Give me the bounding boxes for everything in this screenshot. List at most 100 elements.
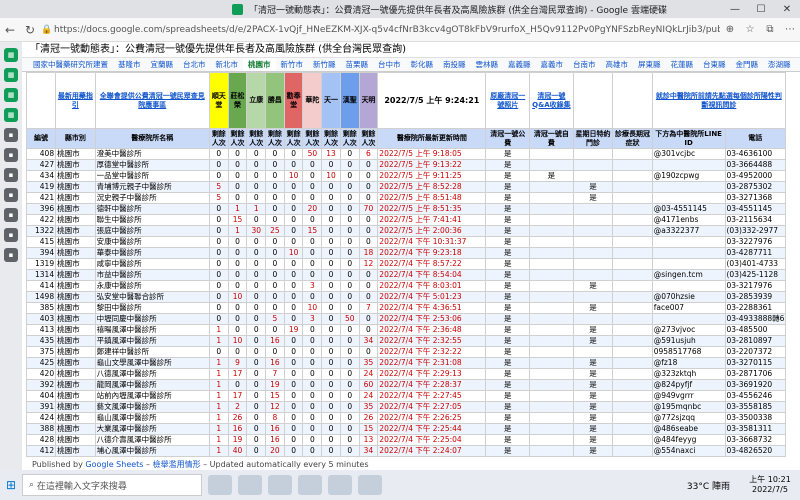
table-cell[interactable]: @484feyyg	[651, 434, 726, 446]
sheet-tab[interactable]: 南投縣	[438, 58, 471, 71]
table-cell[interactable]: @03-4551145	[651, 203, 726, 215]
table-cell: 0	[302, 192, 323, 204]
all-list-link[interactable]: 全聯會提供公費清冠一號民眾查見院應事區	[94, 72, 210, 129]
table-cell[interactable]: @4171enbs	[651, 214, 726, 226]
sheet-tab-icon[interactable]: ▦	[4, 68, 18, 82]
more-icon[interactable]: ⋯	[780, 24, 800, 35]
column-header: 剩餘人次	[339, 128, 360, 149]
chrome-icon[interactable]	[298, 475, 322, 495]
sheet-tab[interactable]: 宜蘭縣	[146, 58, 179, 71]
table-cell[interactable]: @190zcpwg	[651, 170, 726, 182]
app-tab-icon[interactable]: ▪	[4, 148, 18, 162]
table-cell[interactable]: @554naxci	[651, 445, 726, 457]
sheet-tab[interactable]: 嘉義市	[536, 58, 569, 71]
sheet-tab[interactable]: 苗栗縣	[341, 58, 374, 71]
table-cell: 1	[208, 401, 229, 413]
table-cell: 0	[227, 280, 248, 292]
table-cell[interactable]: @949vgrrr	[651, 390, 726, 402]
sheet-tab[interactable]: 屏東縣	[633, 58, 666, 71]
table-cell: 0	[208, 236, 229, 248]
file-explorer-icon[interactable]	[238, 475, 262, 495]
sheet-tab[interactable]: 高雄市	[601, 58, 634, 71]
table-cell[interactable]	[651, 247, 726, 259]
close-icon[interactable]: ✕	[774, 4, 800, 15]
maximize-icon[interactable]: ☐	[748, 4, 774, 15]
sheet-tab[interactable]: 金門縣	[731, 58, 764, 71]
taskbar-search-input[interactable]: ⌕ 在這裡輸入文字來搜尋	[22, 474, 202, 496]
table-cell[interactable]: 0958517768	[651, 346, 726, 358]
table-cell[interactable]: face007	[651, 302, 726, 314]
table-cell[interactable]	[651, 258, 726, 270]
sheet-tab[interactable]: 新北市	[211, 58, 244, 71]
sheet-tab-icon[interactable]: ▦	[4, 108, 18, 122]
app-tab-icon[interactable]: ▪	[4, 228, 18, 242]
sheet-tab[interactable]: 台南市	[568, 58, 601, 71]
table-cell[interactable]: @070hzsie	[651, 291, 726, 303]
table-cell[interactable]: @824pyfjf	[651, 379, 726, 391]
table-cell[interactable]	[651, 313, 726, 325]
app-tab-icon[interactable]: ▪	[4, 208, 18, 222]
system-clock[interactable]: 上午 10:21 2022/7/5	[740, 475, 800, 495]
windows-start-icon[interactable]: ⊞	[0, 478, 22, 492]
google-sheets-link[interactable]: Google Sheets	[85, 460, 143, 469]
report-abuse-link[interactable]: 檢舉濫用情形	[153, 460, 201, 469]
sheet-tab-icon[interactable]: ▦	[4, 88, 18, 102]
table-cell[interactable]: @301vcjbc	[651, 148, 726, 160]
sheet-tab[interactable]: 國家中醫藥研究所建置	[28, 58, 113, 71]
table-cell[interactable]: @195mqnbc	[651, 401, 726, 413]
sheet-tab[interactable]: 新竹縣	[308, 58, 341, 71]
table-cell[interactable]: @a3322377	[651, 225, 726, 237]
table-cell[interactable]	[651, 181, 726, 193]
sheet-tab[interactable]: 基隆市	[113, 58, 146, 71]
sheet-tab[interactable]: 台中市	[373, 58, 406, 71]
table-cell: 0	[265, 181, 285, 193]
table-cell[interactable]	[651, 236, 726, 248]
favorite-icon[interactable]: ☆	[740, 24, 760, 35]
table-cell: 0	[321, 346, 341, 358]
task-view-icon[interactable]	[208, 475, 232, 495]
sheet-tab[interactable]: 彰化縣	[406, 58, 439, 71]
app-tab-icon[interactable]: ▪	[4, 128, 18, 142]
table-cell[interactable]	[651, 159, 726, 171]
table-cell: 0	[246, 247, 267, 259]
table-cell: 是	[485, 258, 531, 270]
table-cell[interactable]	[651, 192, 726, 204]
sheet-tab[interactable]: 澎湖縣	[763, 58, 796, 71]
sheet-tab[interactable]: 新竹市	[276, 58, 309, 71]
app-tab-icon[interactable]: ▪	[4, 188, 18, 202]
table-cell[interactable]: @486seabe	[651, 423, 726, 435]
lock-icon[interactable]: 🔒	[40, 25, 54, 35]
zoom-icon[interactable]: ⊕	[720, 24, 740, 35]
table-cell[interactable]: @591usjuh	[651, 335, 726, 347]
sheet-tab[interactable]: 嘉義縣	[503, 58, 536, 71]
refresh-icon[interactable]: ↻	[20, 23, 40, 37]
app-tab-icon[interactable]: ▪	[4, 248, 18, 262]
table-cell[interactable]: @273vjvoc	[651, 324, 726, 336]
weather-widget[interactable]: 33°C 陣雨	[687, 479, 730, 492]
table-cell[interactable]: @fz18	[651, 357, 726, 369]
app-tab-icon[interactable]: ▪	[4, 168, 18, 182]
sheet-tab[interactable]: 台北市	[178, 58, 211, 71]
table-cell[interactable]: @772sjzqq	[651, 412, 726, 424]
sheet-tab[interactable]: 台東縣	[698, 58, 731, 71]
table-cell[interactable]: @323zktqh	[651, 368, 726, 380]
original-list-link[interactable]: 原廠清冠一號照片	[485, 72, 531, 129]
word-icon[interactable]	[328, 475, 352, 495]
sheet-tab[interactable]: 雲林縣	[471, 58, 504, 71]
line-icon[interactable]	[358, 475, 382, 495]
table-cell[interactable]	[651, 280, 726, 292]
table-cell[interactable]: @singen.tcm	[651, 269, 726, 281]
sheet-tab-icon[interactable]: ▦	[4, 48, 18, 62]
table-cell: 0	[339, 225, 360, 237]
qa-link[interactable]: 清冠一號Q&A收錄集	[529, 72, 574, 129]
latest-guide-link[interactable]: 最新用藥指引	[55, 72, 96, 129]
line-note-link[interactable]: 就診中醫院所前請先點選每個診所陽性判斷視訊問診	[651, 72, 787, 129]
minimize-icon[interactable]: —	[722, 4, 748, 15]
table-cell	[612, 335, 653, 347]
url-field[interactable]: https://docs.google.com/spreadsheets/d/e…	[54, 25, 720, 35]
collections-icon[interactable]: ⧉	[760, 24, 780, 35]
back-icon[interactable]: ←	[0, 23, 20, 37]
sheet-tab[interactable]: 桃園市	[243, 58, 276, 71]
edge-icon[interactable]	[268, 475, 292, 495]
sheet-tab[interactable]: 花蓮縣	[666, 58, 699, 71]
